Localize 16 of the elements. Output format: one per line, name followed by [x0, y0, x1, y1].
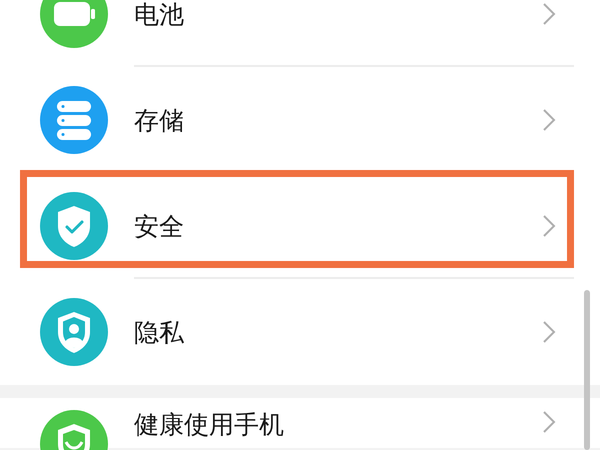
chevron-icon [542, 214, 556, 238]
settings-item[interactable]: 电池 [0, 0, 600, 67]
item-label: 存储 [134, 104, 185, 136]
item-label: 安全 [134, 210, 185, 242]
chevron-icon [542, 2, 556, 26]
settings-item[interactable]: 隐私 [0, 279, 600, 385]
settings-item[interactable]: 安全 [0, 173, 600, 279]
chevron-icon [542, 320, 556, 344]
item-label: 隐私 [134, 316, 185, 348]
item-label: 健康使用手机 [134, 410, 285, 440]
settings-item[interactable]: 健康使用手机 [0, 398, 600, 448]
scrollbar[interactable] [584, 290, 590, 450]
settings-item[interactable]: 存储 [0, 67, 600, 173]
item-label: 电池 [134, 0, 185, 30]
chevron-icon [542, 108, 556, 132]
chevron-icon [542, 410, 556, 434]
